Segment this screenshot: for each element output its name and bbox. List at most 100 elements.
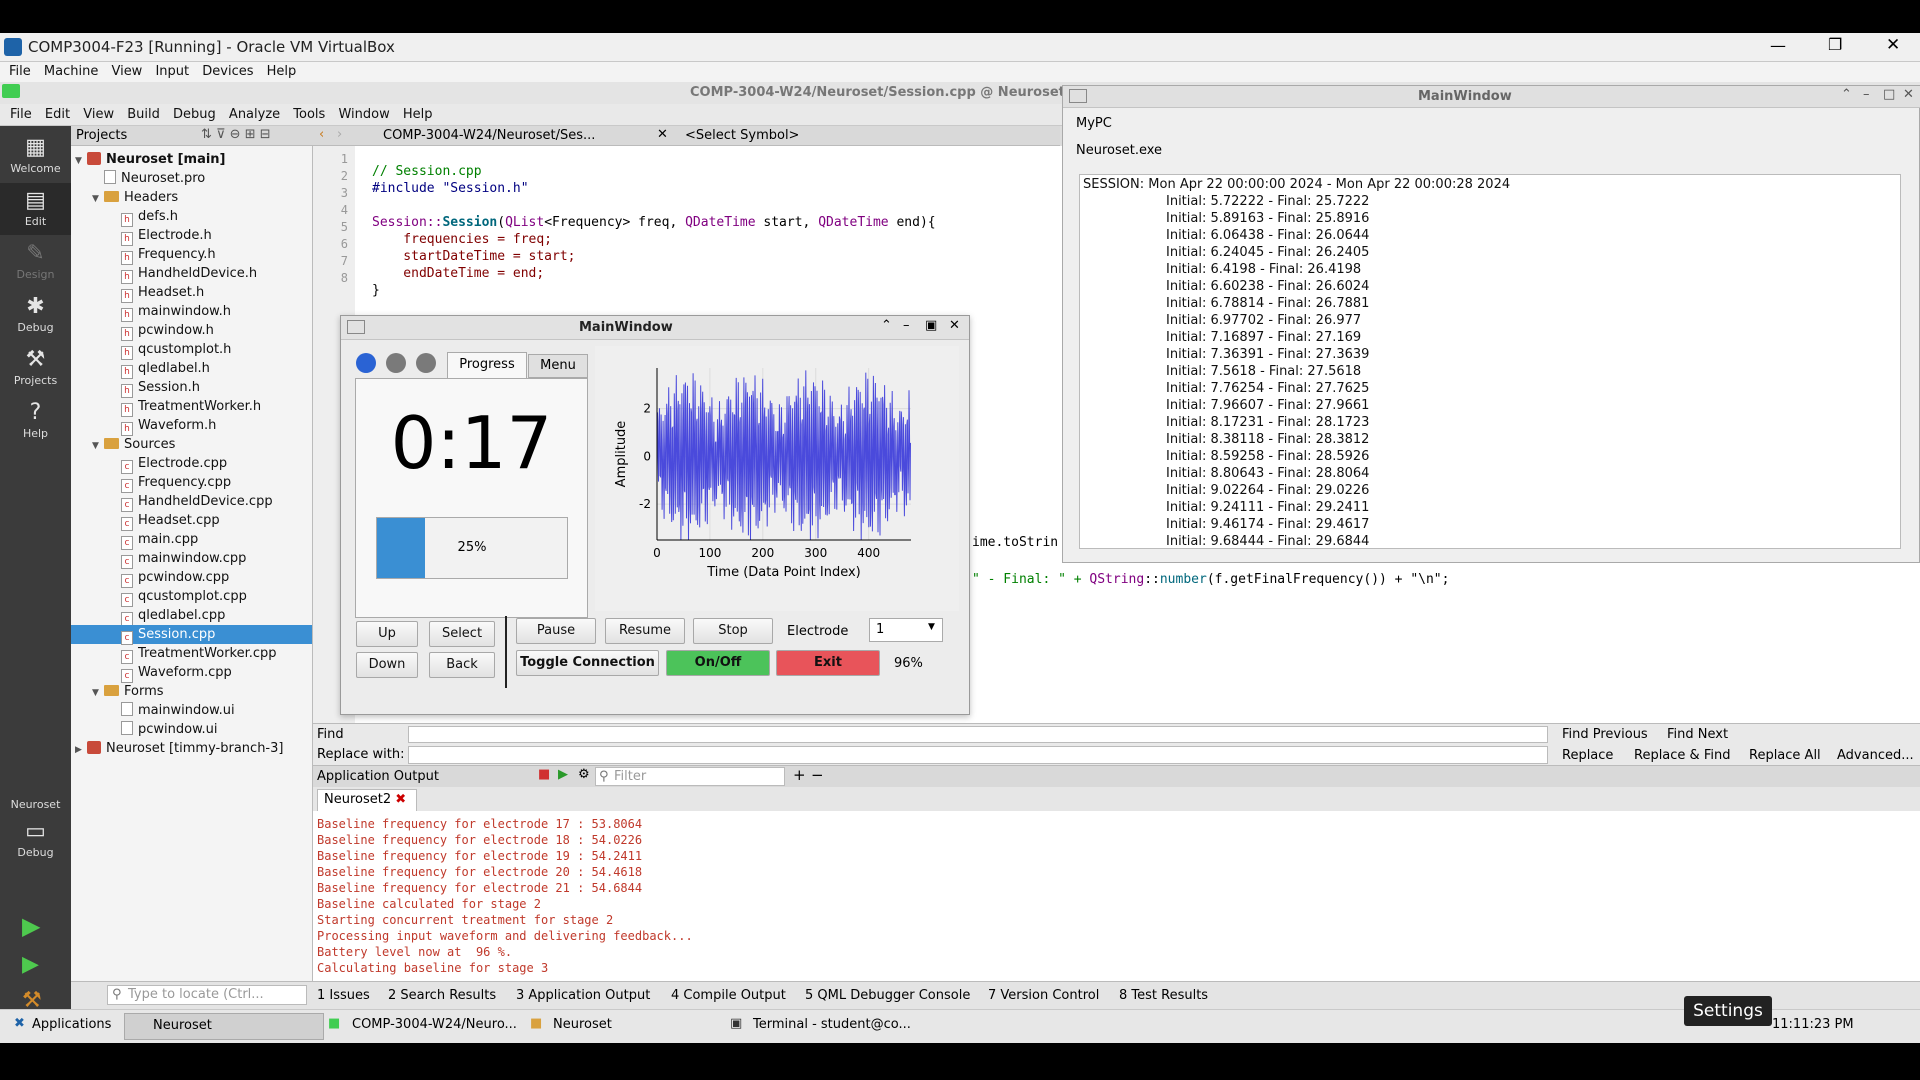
qc-menu-help[interactable]: Help — [403, 104, 433, 126]
tree-item[interactable]: h defs.h — [71, 207, 312, 227]
settings-icon[interactable]: ⚙ — [578, 767, 590, 782]
tree-item[interactable]: c qledlabel.cpp — [71, 606, 312, 626]
stop-icon[interactable]: ■ — [538, 767, 550, 782]
find-previous-button[interactable]: Find Previous — [1562, 727, 1648, 742]
vb-menu-devices[interactable]: Devices — [202, 62, 253, 82]
tree-item[interactable]: ▼ Neuroset [main] — [71, 150, 312, 169]
document-selector[interactable]: COMP-3004-W24/Neuroset/Ses... — [383, 128, 595, 143]
tab-test-results[interactable]: 8 Test Results — [1119, 988, 1208, 1003]
exit-button[interactable]: Exit — [776, 650, 880, 676]
vb-menu-view[interactable]: View — [111, 62, 142, 82]
tree-item[interactable]: h Electrode.h — [71, 226, 312, 246]
stop-button[interactable]: Stop — [693, 618, 773, 644]
tree-item[interactable]: ▼ Forms — [71, 682, 312, 701]
maximize-icon[interactable]: ▣ — [925, 318, 937, 333]
expand-arrow-icon[interactable]: ▶ — [75, 741, 87, 760]
tree-item[interactable]: h HandheldDevice.h — [71, 264, 312, 284]
collapse-icon[interactable]: ⌃ — [881, 318, 892, 333]
advanced-button[interactable]: Advanced... — [1837, 748, 1914, 763]
collapse-icon[interactable]: ⌃ — [1841, 87, 1852, 102]
applications-menu[interactable]: Applications — [32, 1017, 111, 1032]
qc-menu-debug[interactable]: Debug — [173, 104, 216, 126]
taskbar-item[interactable]: Neuroset — [553, 1017, 612, 1032]
qc-menu-build[interactable]: Build — [127, 104, 160, 126]
tree-item[interactable]: c mainwindow.cpp — [71, 549, 312, 569]
tree-item[interactable]: c Frequency.cpp — [71, 473, 312, 493]
tree-item[interactable]: c qcustomplot.cpp — [71, 587, 312, 607]
tree-item[interactable]: ▼ Sources — [71, 435, 312, 454]
resume-button[interactable]: Resume — [605, 618, 685, 644]
tree-item[interactable]: c Waveform.cpp — [71, 663, 312, 683]
qc-menu-file[interactable]: File — [10, 104, 32, 126]
replace-all-button[interactable]: Replace All — [1749, 748, 1821, 763]
mode-edit[interactable]: ▤ Edit — [0, 183, 71, 235]
vb-menu-file[interactable]: File — [9, 62, 31, 82]
restore-icon[interactable]: ❐ — [1828, 35, 1842, 54]
forward-icon[interactable]: › — [337, 127, 342, 142]
output-pane[interactable]: Baseline frequency for electrode 17 : 53… — [313, 811, 1920, 1009]
down-button[interactable]: Down — [356, 652, 418, 678]
tree-item[interactable]: c HandheldDevice.cpp — [71, 492, 312, 512]
tree-item[interactable]: c main.cpp — [71, 530, 312, 550]
tree-item[interactable]: ▶ Neuroset [timmy-branch-3] — [71, 739, 312, 760]
tree-item[interactable]: h qledlabel.h — [71, 359, 312, 379]
symbol-selector[interactable]: <Select Symbol> — [685, 128, 799, 143]
tree-item[interactable]: h Frequency.h — [71, 245, 312, 265]
toggle-connection-button[interactable]: Toggle Connection — [516, 650, 659, 676]
tree-item[interactable]: h Waveform.h — [71, 416, 312, 436]
tab-progress[interactable]: Progress — [447, 352, 527, 378]
plus-icon[interactable]: + — [793, 766, 806, 784]
run-icon[interactable]: ▶ — [22, 912, 40, 940]
rerun-icon[interactable]: ▶ — [558, 767, 568, 782]
tab-menu[interactable]: Menu — [528, 354, 588, 378]
tree-item[interactable]: Neuroset.pro — [71, 169, 312, 188]
vb-menu-input[interactable]: Input — [155, 62, 189, 82]
taskbar-item[interactable]: Neuroset — [124, 1013, 324, 1040]
electrode-select[interactable]: 1 ▼ — [869, 618, 943, 642]
maximize-icon[interactable]: □ — [1883, 87, 1895, 102]
minus-icon[interactable]: − — [811, 766, 824, 784]
tree-item[interactable]: c Session.cpp — [71, 625, 312, 645]
qc-menu-view[interactable]: View — [83, 104, 114, 126]
taskbar-item[interactable]: COMP-3004-W24/Neuro... — [352, 1017, 517, 1032]
pause-button[interactable]: Pause — [516, 618, 596, 644]
tree-item[interactable]: c Headset.cpp — [71, 511, 312, 531]
tree-item[interactable]: h mainwindow.h — [71, 302, 312, 322]
close-tab-icon[interactable]: ✖ — [395, 792, 406, 807]
tree-item[interactable]: h TreatmentWorker.h — [71, 397, 312, 417]
find-next-button[interactable]: Find Next — [1667, 727, 1728, 742]
minimize-icon[interactable]: – — [1863, 87, 1870, 102]
debug-run-icon[interactable]: ▶ — [22, 952, 39, 977]
back-button[interactable]: Back — [429, 652, 495, 678]
close-icon[interactable]: ✕ — [1886, 35, 1900, 55]
minimize-icon[interactable]: — — [1770, 36, 1786, 55]
on-off-button[interactable]: On/Off — [666, 650, 770, 676]
mode-help[interactable]: ? Help — [0, 395, 71, 447]
tree-item[interactable]: pcwindow.ui — [71, 720, 312, 739]
projects-selector[interactable]: Projects — [76, 128, 127, 143]
session-log[interactable]: SESSION: Mon Apr 22 00:00:00 2024 - Mon … — [1079, 174, 1901, 549]
vb-menu-machine[interactable]: Machine — [44, 62, 98, 82]
close-icon[interactable]: ✕ — [949, 318, 960, 333]
back-icon[interactable]: ‹ — [319, 127, 324, 142]
replace-input[interactable] — [408, 746, 1548, 764]
tab-search-results[interactable]: 2 Search Results — [388, 988, 496, 1003]
minimize-icon[interactable]: – — [903, 318, 910, 333]
replace-button[interactable]: Replace — [1562, 748, 1613, 763]
kit-selector[interactable]: ▭ Debug — [0, 814, 71, 866]
tree-item[interactable]: h Session.h — [71, 378, 312, 398]
close-document-icon[interactable]: ✕ — [657, 127, 668, 142]
tree-item[interactable]: h qcustomplot.h — [71, 340, 312, 360]
qc-menu-tools[interactable]: Tools — [293, 104, 325, 126]
tree-item[interactable]: c TreatmentWorker.cpp — [71, 644, 312, 664]
tab-issues[interactable]: 1 Issues — [317, 988, 370, 1003]
up-button[interactable]: Up — [356, 621, 418, 647]
tab-qml-debugger[interactable]: 5 QML Debugger Console — [805, 988, 970, 1003]
output-tab[interactable]: Neuroset2 ✖ — [317, 789, 417, 811]
tree-item[interactable]: c pcwindow.cpp — [71, 568, 312, 588]
mode-design[interactable]: ✎ Design — [0, 236, 71, 288]
tree-item[interactable]: h pcwindow.h — [71, 321, 312, 341]
qc-menu-edit[interactable]: Edit — [45, 104, 70, 126]
tab-compile-output[interactable]: 4 Compile Output — [671, 988, 786, 1003]
locator-input[interactable]: ⚲ Type to locate (Ctrl... — [107, 985, 307, 1005]
